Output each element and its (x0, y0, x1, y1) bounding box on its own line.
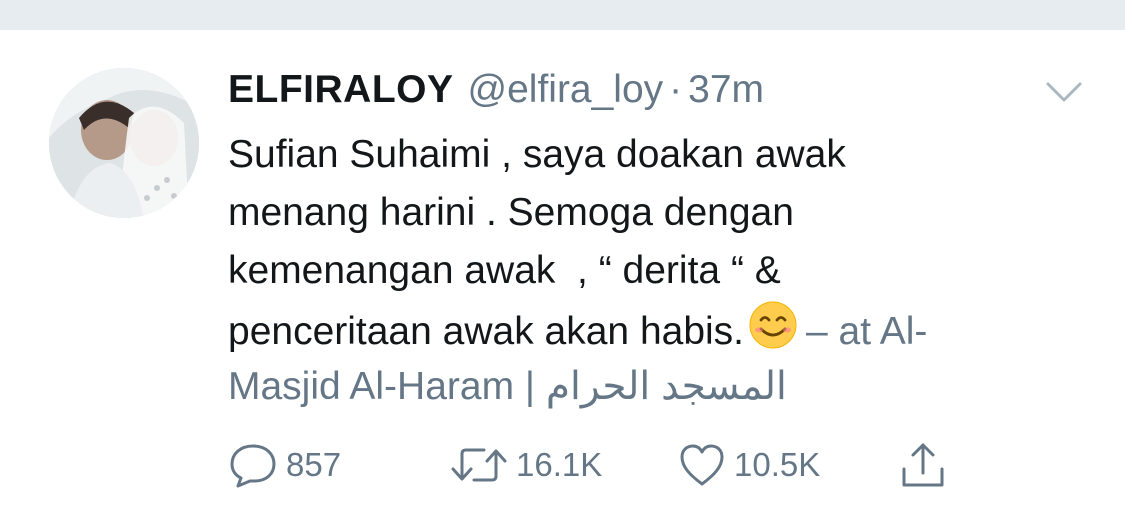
tweet-text: Sufian Suhaimi , saya doakan awak menang… (228, 126, 1088, 416)
tweet-actions: 857 16.1K 10.5K (228, 440, 988, 490)
reply-count: 857 (286, 446, 342, 483)
chevron-down-icon[interactable] (1044, 76, 1084, 106)
avatar[interactable] (49, 68, 199, 218)
smiling-face-emoji (749, 301, 797, 349)
location-link-continued[interactable]: Masjid Al-Haram | المسجد الحرام (228, 358, 1088, 416)
tweet-text-line: penceritaan awak akan habis. (228, 310, 745, 353)
reply-button[interactable]: 857 (228, 440, 341, 490)
display-name[interactable]: ELFIRALOY (228, 68, 454, 112)
separator-dot: · (669, 68, 683, 111)
share-button[interactable] (900, 440, 946, 490)
heart-icon (678, 442, 726, 488)
reply-bubble-icon (228, 442, 278, 488)
retweet-count: 16.1K (516, 446, 603, 483)
tweet-text-line: menang harini . Semoga dengan (228, 191, 794, 234)
top-separator-band (0, 0, 1125, 30)
retweet-icon (450, 442, 508, 488)
retweet-button[interactable]: 16.1K (450, 440, 602, 490)
tweet-text-line-with-location: penceritaan awak akan habis. – at Al- (228, 300, 1088, 358)
share-icon (900, 441, 946, 489)
like-count: 10.5K (734, 446, 821, 483)
tweet-header: ELFIRALOY @elfira_loy · 37m (228, 68, 764, 112)
like-button[interactable]: 10.5K (678, 440, 820, 490)
tweet-text-line: kemenangan awak , “ derita “ & (228, 249, 781, 292)
location-link[interactable]: – at Al- (806, 310, 927, 353)
timestamp[interactable]: 37m (688, 68, 764, 112)
user-handle[interactable]: @elfira_loy (468, 68, 664, 112)
tweet-text-line: Sufian Suhaimi , saya doakan awak (228, 133, 846, 176)
tweet-card[interactable]: ELFIRALOY @elfira_loy · 37m Sufian Suhai… (0, 30, 1125, 518)
